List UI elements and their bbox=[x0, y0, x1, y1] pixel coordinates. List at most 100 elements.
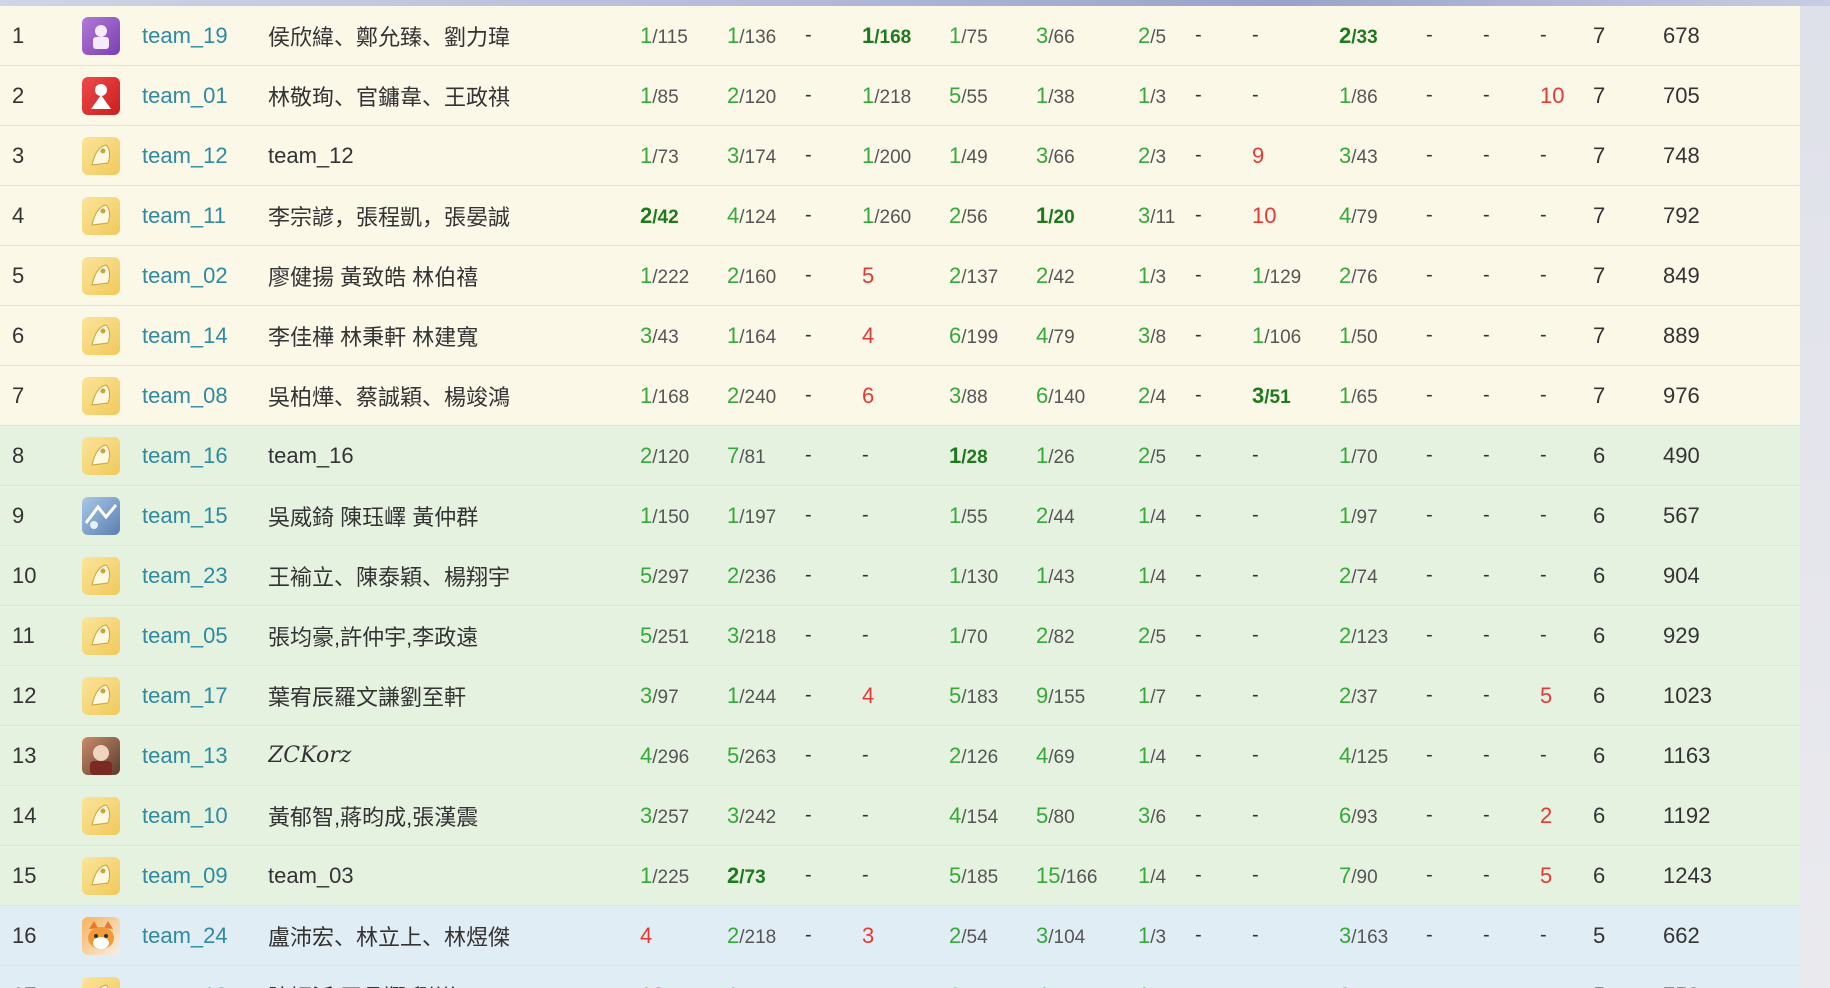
problem-cell: 3 bbox=[850, 905, 937, 966]
tries-count: 1 bbox=[727, 682, 740, 708]
no-attempt: - bbox=[805, 384, 812, 406]
failed-tries: 4 bbox=[862, 322, 875, 348]
tries-count: 2 bbox=[949, 742, 962, 768]
solve-time: 297 bbox=[657, 566, 690, 588]
team-link[interactable]: team_13 bbox=[142, 743, 228, 768]
tries-count: 1 bbox=[1138, 262, 1151, 288]
solve-time: 296 bbox=[657, 746, 690, 768]
tries-count: 1 bbox=[949, 983, 961, 988]
problem-cell: - bbox=[1528, 6, 1585, 66]
problem-cell: 1/65 bbox=[1327, 365, 1414, 426]
team-cell: team_05 bbox=[142, 605, 268, 666]
no-attempt: - bbox=[1426, 24, 1433, 46]
problem-cell: 4 bbox=[850, 665, 937, 726]
problem-cell: - bbox=[1414, 605, 1471, 666]
team-link[interactable]: team_08 bbox=[142, 383, 228, 408]
problem-cell: 1/129 bbox=[1240, 245, 1327, 306]
problem-cell: 3/6 bbox=[1126, 785, 1183, 846]
no-attempt: - bbox=[805, 144, 812, 166]
team-link[interactable]: team_02 bbox=[142, 263, 228, 288]
team-cell: team_16 bbox=[142, 425, 268, 486]
tries-count: 1 bbox=[727, 983, 739, 988]
rank-cell: 12 bbox=[0, 665, 82, 726]
team-link[interactable]: team_16 bbox=[142, 443, 228, 468]
problem-cell: 6/140 bbox=[1024, 365, 1126, 426]
avatar-cell bbox=[82, 605, 142, 666]
solve-time: 38 bbox=[1053, 86, 1075, 108]
problem-cell: 2/76 bbox=[1327, 245, 1414, 306]
solve-time: 140 bbox=[1053, 386, 1086, 408]
penalty-time: 792 bbox=[1655, 185, 1800, 246]
penalty-time: 1163 bbox=[1655, 725, 1800, 786]
solve-time: 218 bbox=[744, 926, 777, 948]
no-attempt: - bbox=[805, 804, 812, 826]
problem-cell: - bbox=[793, 725, 850, 786]
solve-time: 43 bbox=[657, 326, 679, 348]
problem-cell: - bbox=[1528, 365, 1585, 426]
solve-time: 81 bbox=[744, 446, 766, 468]
team-link[interactable]: team_18 bbox=[142, 983, 228, 988]
avatar-cell bbox=[82, 305, 142, 366]
problem-cell: 1/55 bbox=[937, 485, 1024, 546]
problem-cell: 1/115 bbox=[628, 6, 715, 66]
team-link[interactable]: team_01 bbox=[142, 83, 228, 108]
problem-cell: - bbox=[1183, 365, 1240, 426]
team-link[interactable]: team_05 bbox=[142, 623, 228, 648]
problem-cell: 1/3 bbox=[1126, 65, 1183, 126]
no-attempt: - bbox=[1195, 144, 1202, 166]
solve-time: 44 bbox=[1053, 506, 1075, 528]
problem-cell: - bbox=[793, 965, 850, 988]
solve-time: 66 bbox=[1053, 146, 1075, 168]
problem-cell: - bbox=[793, 905, 850, 966]
team-link[interactable]: team_24 bbox=[142, 923, 228, 948]
problem-cell: 1/168 bbox=[628, 365, 715, 426]
problem-cell: 2/240 bbox=[715, 365, 793, 426]
no-attempt: - bbox=[1426, 444, 1433, 466]
problem-cell: 5/297 bbox=[628, 545, 715, 606]
tries-count: 2 bbox=[640, 442, 653, 468]
problem-cell: - bbox=[1528, 905, 1585, 966]
table-row: 2 team_01 林敬珣、官鏞韋、王政祺 1/85 2/120-1/218 5/55 1/… bbox=[0, 65, 1800, 126]
problem-cell: 4/79 bbox=[1327, 185, 1414, 246]
problem-cell: - bbox=[793, 485, 850, 546]
no-attempt: - bbox=[1540, 504, 1547, 526]
team-link[interactable]: team_09 bbox=[142, 863, 228, 888]
problem-cell: 4/49 bbox=[1024, 965, 1126, 988]
tries-count: 5 bbox=[1036, 802, 1049, 828]
rank-cell: 2 bbox=[0, 65, 82, 126]
problem-cell: - bbox=[1183, 245, 1240, 306]
team-cell: team_12 bbox=[142, 125, 268, 186]
team-link[interactable]: team_14 bbox=[142, 323, 228, 348]
problem-cell: 2/74 bbox=[1327, 545, 1414, 606]
solve-time: 236 bbox=[744, 566, 777, 588]
problem-cell: - bbox=[1528, 425, 1585, 486]
solve-time: 126 bbox=[966, 746, 999, 768]
team-link[interactable]: team_11 bbox=[142, 203, 226, 228]
team-link[interactable]: team_17 bbox=[142, 683, 228, 708]
rank-cell: 5 bbox=[0, 245, 82, 306]
solve-time: 54 bbox=[966, 926, 988, 948]
team-link[interactable]: team_12 bbox=[142, 143, 228, 168]
team-cell: team_23 bbox=[142, 545, 268, 606]
solve-time: 3 bbox=[1155, 926, 1167, 948]
problem-cell: 1/20 bbox=[1024, 185, 1126, 246]
solve-time: 75 bbox=[966, 26, 988, 48]
avatar bbox=[82, 496, 120, 535]
solved-count: 6 bbox=[1585, 425, 1655, 486]
solve-time: 104 bbox=[1053, 926, 1086, 948]
problem-cell: - bbox=[1528, 965, 1585, 988]
team-link[interactable]: team_19 bbox=[142, 23, 228, 48]
team-link[interactable]: team_23 bbox=[142, 563, 228, 588]
team-link[interactable]: team_15 bbox=[142, 503, 228, 528]
problem-cell: 1/197 bbox=[715, 485, 793, 546]
solved-count: 5 bbox=[1585, 965, 1655, 988]
solve-time: 164 bbox=[744, 326, 777, 348]
avatar bbox=[82, 976, 120, 988]
team-link[interactable]: team_10 bbox=[142, 803, 228, 828]
problem-cell: - bbox=[1183, 485, 1240, 546]
problem-cell: 1/4 bbox=[1126, 545, 1183, 606]
tries-count: 1 bbox=[949, 502, 962, 528]
avatar bbox=[82, 676, 120, 715]
no-attempt: - bbox=[805, 564, 812, 586]
no-attempt: - bbox=[1426, 684, 1433, 706]
